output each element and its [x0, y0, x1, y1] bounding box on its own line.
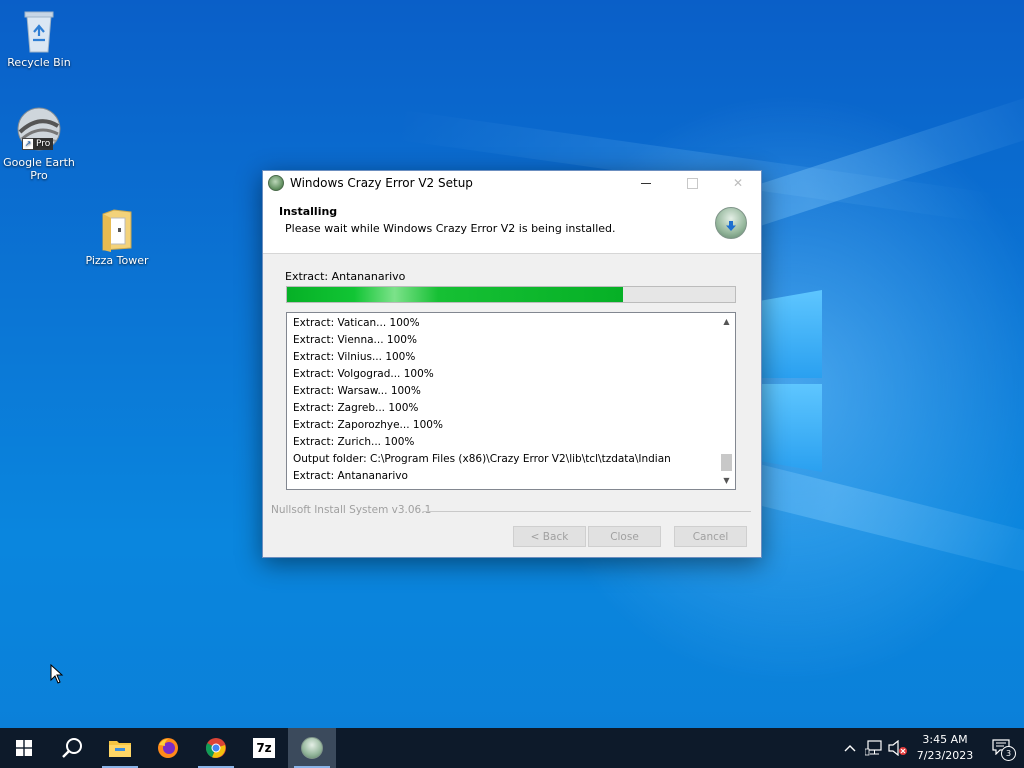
- desktop-icon-label: Recycle Bin: [7, 56, 71, 69]
- desktop-icon-recycle-bin[interactable]: Recycle Bin: [1, 8, 77, 69]
- google-earth-icon: ↗ Pro: [16, 106, 62, 154]
- progress-fill: [287, 287, 623, 302]
- installer-app-icon: [268, 175, 284, 191]
- close-window-button: ✕: [715, 171, 761, 195]
- log-line: Extract: Vienna... 100%: [293, 334, 417, 346]
- minimize-icon: [641, 182, 651, 184]
- start-button[interactable]: [0, 728, 48, 768]
- notification-icon: 3: [992, 739, 1016, 761]
- pro-badge: Pro: [33, 138, 54, 150]
- taskbar-file-explorer[interactable]: [96, 728, 144, 768]
- network-button[interactable]: [862, 728, 886, 768]
- installer-icon: [301, 737, 323, 759]
- clock-date: 7/23/2023: [916, 749, 974, 762]
- volume-muted-icon: [888, 740, 907, 756]
- log-line: Extract: Volgograd... 100%: [293, 368, 434, 380]
- notification-count-badge: 3: [1001, 746, 1016, 761]
- header-title: Installing: [279, 205, 338, 218]
- header-subtitle: Please wait while Windows Crazy Error V2…: [285, 222, 616, 235]
- log-line: Extract: Warsaw... 100%: [293, 385, 421, 397]
- dialog-titlebar[interactable]: Windows Crazy Error V2 Setup ✕: [263, 171, 761, 195]
- log-lines: Extract: Vatican... 100% Extract: Vienna.…: [293, 315, 715, 485]
- taskbar-7zip[interactable]: 7z: [240, 728, 288, 768]
- log-line: Extract: Zurich... 100%: [293, 436, 415, 448]
- volume-button[interactable]: [886, 728, 910, 768]
- start-icon: [16, 740, 32, 756]
- back-button: < Back: [513, 526, 586, 547]
- search-icon: [62, 738, 82, 758]
- progress-bar: [286, 286, 736, 303]
- firefox-icon: [158, 738, 178, 758]
- scroll-up-arrow-icon[interactable]: ▲: [718, 313, 735, 330]
- system-tray: 3:45 AM 7/23/2023 3: [838, 728, 1024, 768]
- taskbar: 7z 3:45 AM 7/23/2023 3: [0, 728, 1024, 768]
- recycle-bin-icon: [19, 8, 59, 54]
- dialog-body: Extract: Antananarivo Extract: Vatican..…: [263, 254, 761, 556]
- taskbar-firefox[interactable]: [144, 728, 192, 768]
- status-label: Extract: Antananarivo: [285, 270, 406, 283]
- log-line: Output folder: C:\Program Files (x86)\Cr…: [293, 453, 671, 465]
- scroll-down-arrow-icon[interactable]: ▼: [718, 472, 735, 489]
- desktop-icon-pizza-tower[interactable]: Pizza Tower: [79, 208, 155, 267]
- chrome-icon: [205, 738, 226, 758]
- close-icon: ✕: [732, 176, 744, 190]
- log-line: Extract: Zaporozhye... 100%: [293, 419, 443, 431]
- 7zip-icon: 7z: [253, 738, 275, 758]
- action-center-button[interactable]: 3: [980, 728, 1024, 768]
- log-scrollbar[interactable]: ▲ ▼: [718, 313, 735, 489]
- minimize-button[interactable]: [623, 171, 669, 195]
- maximize-icon: [686, 177, 698, 189]
- desktop-icon-google-earth-pro[interactable]: ↗ Pro Google Earth Pro: [1, 106, 77, 182]
- show-hidden-icons-button[interactable]: [838, 728, 862, 768]
- log-line: Extract: Vilnius... 100%: [293, 351, 416, 363]
- setup-dialog: Windows Crazy Error V2 Setup ✕ Installin…: [262, 170, 762, 558]
- taskbar-installer[interactable]: [288, 728, 336, 768]
- folder-icon: [100, 208, 134, 252]
- maximize-button: [669, 171, 715, 195]
- close-button: Close: [588, 526, 661, 547]
- taskbar-chrome[interactable]: [192, 728, 240, 768]
- desktop-icon-label: Google Earth Pro: [3, 156, 75, 182]
- network-icon: [865, 740, 882, 756]
- installer-logo-icon: [715, 207, 747, 239]
- nsis-branding: Nullsoft Install System v3.06.1: [271, 504, 432, 516]
- install-log[interactable]: Extract: Vatican... 100% Extract: Vienna.…: [286, 312, 736, 490]
- chevron-up-icon: [844, 745, 856, 752]
- log-line: Extract: Antananarivo: [293, 470, 408, 482]
- log-line: Extract: Vatican... 100%: [293, 317, 420, 329]
- scroll-thumb[interactable]: [721, 454, 732, 471]
- log-line: Extract: Zagreb... 100%: [293, 402, 419, 414]
- clock[interactable]: 3:45 AM 7/23/2023: [910, 732, 980, 764]
- dialog-header: Installing Please wait while Windows Cra…: [263, 195, 761, 254]
- desktop-icon-label: Pizza Tower: [85, 254, 149, 267]
- clock-time: 3:45 AM: [922, 733, 968, 746]
- cancel-button: Cancel: [674, 526, 747, 547]
- windows-logo-backdrop: [762, 290, 822, 472]
- file-explorer-icon: [109, 741, 131, 757]
- branding-divider: [423, 511, 751, 512]
- search-button[interactable]: [48, 728, 96, 768]
- dialog-title: Windows Crazy Error V2 Setup: [290, 176, 473, 190]
